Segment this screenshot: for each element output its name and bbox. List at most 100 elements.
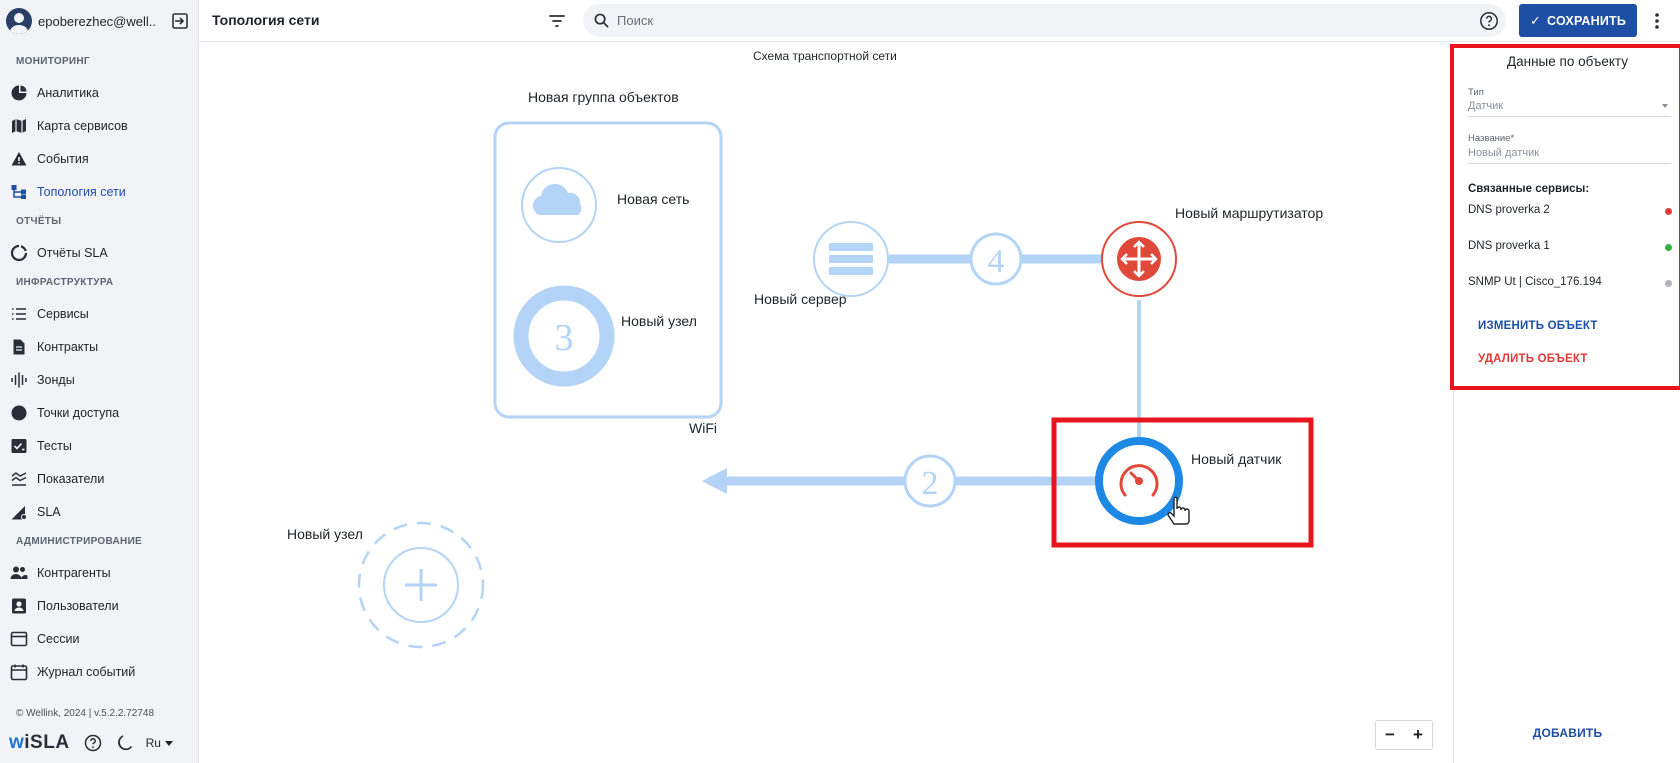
sidebar-item[interactable]: События — [0, 142, 199, 175]
sidebar-item-label: Отчёты SLA — [37, 245, 108, 260]
sidebar-item[interactable]: Журнал событий — [0, 655, 199, 688]
chevron-down-icon — [164, 741, 173, 747]
sidebar-item[interactable]: Сессии — [0, 622, 199, 655]
router-label: Новый маршрутизатор — [1175, 205, 1324, 221]
linked-service-name: SNMP Ut | Cisco_176.194 — [1468, 276, 1602, 288]
new-node-label: Новый узел — [287, 526, 363, 542]
nav-section-title: МОНИТОРИНГ — [16, 56, 90, 67]
object-panel: Данные по объекту Тип Датчик Название* Н… — [1450, 43, 1680, 763]
window-icon — [10, 630, 28, 648]
sidebar-item[interactable]: Карта сервисов — [0, 109, 199, 142]
nav-section-title: ОТЧЁТЫ — [16, 216, 62, 227]
link-badge-4-count: 4 — [988, 243, 1005, 280]
search-box[interactable] — [583, 4, 1506, 37]
status-dot — [1665, 280, 1672, 287]
dot-icon — [10, 404, 28, 422]
edit-object-button[interactable]: ИЗМЕНИТЬ ОБЪЕКТ — [1478, 320, 1598, 332]
sidebar-item-label: Пользователи — [37, 598, 119, 613]
probe-icon — [10, 371, 28, 389]
panel-title: Данные по объекту — [1507, 54, 1628, 69]
status-dot — [1665, 244, 1672, 251]
zoom-out-button[interactable]: − — [1376, 721, 1404, 749]
name-label: Название* — [1468, 133, 1515, 144]
sidebar-item[interactable]: Пользователи — [0, 589, 199, 622]
topology-graph: 3 4 2 — [357, 121, 1314, 649]
sidebar-item[interactable]: Точки доступа — [0, 396, 199, 429]
linked-service-name: DNS proverka 2 — [1468, 204, 1550, 216]
linked-service-row[interactable]: DNS proverka 2 — [1468, 204, 1672, 216]
logout-icon[interactable] — [171, 12, 189, 30]
user-card-icon — [10, 597, 28, 615]
nav-section-title: ИНФРАСТРУКТУРА — [16, 277, 114, 288]
node-cluster-count: 3 — [555, 317, 574, 359]
new-node-placeholder[interactable] — [357, 521, 485, 649]
sidebar-item-label: Сессии — [37, 631, 80, 646]
sidebar-item-label: Сервисы — [37, 306, 89, 321]
warning-icon — [10, 150, 28, 168]
people-icon — [10, 564, 28, 582]
server-label: Новый сервер — [754, 291, 847, 307]
sidebar-item[interactable]: Контрагенты — [0, 556, 199, 589]
delete-object-button[interactable]: УДАЛИТЬ ОБЪЕКТ — [1478, 353, 1588, 365]
nav-section-title: АДМИНИСТРИРОВАНИЕ — [16, 536, 143, 547]
link-badge-4[interactable]: 4 — [969, 232, 1023, 286]
user-row[interactable]: epoberezhec@well... — [0, 0, 199, 42]
server-node[interactable] — [813, 221, 889, 297]
user-name[interactable]: epoberezhec@well... — [38, 14, 156, 29]
pie-chart-icon — [10, 84, 28, 102]
link-badge-2-count: 2 — [922, 465, 939, 502]
chevron-down-icon — [1662, 104, 1668, 108]
sidebar-item[interactable]: Отчёты SLA — [0, 236, 199, 269]
sidebar-item-label: Показатели — [37, 471, 105, 486]
linked-service-row[interactable]: SNMP Ut | Cisco_176.194 — [1468, 276, 1672, 288]
report-circle-icon — [10, 244, 28, 262]
language-select[interactable]: Ru — [146, 736, 173, 750]
sidebar-item-label: Карта сервисов — [37, 118, 128, 133]
network-node[interactable] — [521, 167, 597, 243]
sidebar-item[interactable]: Аналитика — [0, 76, 199, 109]
test-icon — [10, 437, 28, 455]
node-cluster[interactable]: 3 — [513, 285, 615, 387]
sidebar: epoberezhec@well... МОНИТОРИНГ Аналитика К… — [0, 0, 199, 763]
filter-icon[interactable] — [548, 12, 566, 30]
more-vert-icon[interactable] — [1654, 12, 1660, 30]
page-title: Топология сети — [212, 12, 320, 28]
wifi-label: WiFi — [689, 420, 717, 436]
network-label: Новая сеть — [617, 191, 690, 207]
avatar[interactable] — [6, 8, 32, 34]
header: Топология сети ✓ СОХРАНИТЬ — [199, 0, 1680, 42]
help-circle-icon[interactable] — [84, 734, 102, 752]
name-field[interactable]: Новый датчик — [1468, 147, 1671, 164]
save-button[interactable]: ✓ СОХРАНИТЬ — [1519, 4, 1637, 37]
type-select[interactable]: Датчик — [1468, 100, 1671, 117]
sidebar-bottom-bar: wiSLA Ru — [0, 728, 199, 758]
link-badge-2[interactable]: 2 — [903, 454, 957, 508]
schema-title: Схема транспортной сети — [753, 49, 897, 63]
type-value: Датчик — [1468, 100, 1504, 112]
topology-canvas[interactable]: 3 4 2 Схема транспортной сети Новая груп… — [199, 43, 1453, 763]
add-button[interactable]: ДОБАВИТЬ — [1454, 726, 1680, 740]
help-icon[interactable] — [1479, 11, 1499, 31]
server-icon — [829, 243, 873, 275]
search-input[interactable] — [617, 13, 1417, 28]
map-icon — [10, 117, 28, 135]
object-group[interactable] — [493, 121, 723, 419]
sidebar-item-label: Точки доступа — [37, 405, 120, 420]
sidebar-item[interactable]: Зонды — [0, 363, 199, 396]
sidebar-item[interactable]: Топология сети — [0, 175, 199, 208]
zoom-control: − + — [1375, 720, 1433, 750]
sidebar-item[interactable]: Контракты — [0, 330, 199, 363]
zoom-in-button[interactable]: + — [1404, 721, 1432, 749]
sidebar-item[interactable]: SLA — [0, 495, 199, 528]
sidebar-item[interactable]: Показатели — [0, 462, 199, 495]
linked-service-row[interactable]: DNS proverka 1 — [1468, 240, 1672, 252]
router-node[interactable] — [1101, 221, 1177, 297]
sidebar-item-label: Аналитика — [37, 85, 99, 100]
sidebar-item[interactable]: Тесты — [0, 429, 199, 462]
sidebar-item-label: Зонды — [37, 372, 75, 387]
moon-icon[interactable] — [116, 734, 134, 752]
search-icon — [594, 13, 609, 28]
arrow-head-wifi — [702, 468, 727, 494]
sensor-node[interactable] — [1095, 437, 1183, 525]
sidebar-item[interactable]: Сервисы — [0, 297, 199, 330]
